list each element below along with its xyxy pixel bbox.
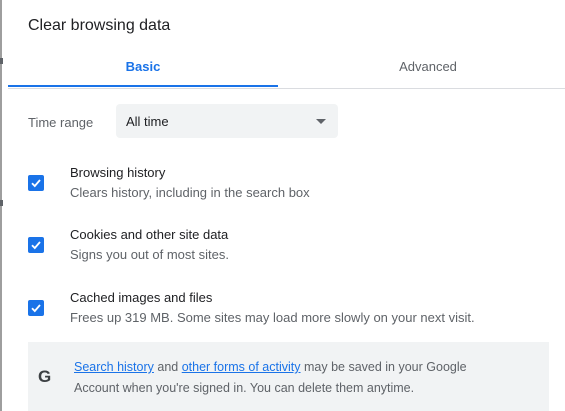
cookies-checkbox[interactable] bbox=[28, 237, 44, 253]
option-description: Clears history, including in the search … bbox=[70, 185, 310, 200]
option-cached-images: Cached images and files Frees up 319 MB.… bbox=[28, 290, 548, 334]
browsing-history-checkbox[interactable] bbox=[28, 175, 44, 191]
info-text: and bbox=[153, 360, 182, 374]
option-description: Signs you out of most sites. bbox=[70, 247, 229, 262]
option-title: Cookies and other site data bbox=[70, 227, 229, 242]
info-text-line-1: Search history and other forms of activi… bbox=[74, 360, 467, 374]
tab-advanced[interactable]: Advanced bbox=[308, 48, 548, 86]
dialog-title: Clear browsing data bbox=[28, 17, 171, 34]
tab-bar: Basic Advanced bbox=[8, 48, 565, 88]
dropdown-arrow-icon bbox=[316, 119, 326, 124]
other-activity-link[interactable]: other forms of activity bbox=[182, 360, 301, 374]
option-browsing-history: Browsing history Clears history, includi… bbox=[28, 165, 548, 209]
tab-basic[interactable]: Basic bbox=[8, 48, 278, 86]
checkmark-icon bbox=[31, 179, 41, 188]
tab-divider bbox=[8, 88, 565, 89]
option-title: Browsing history bbox=[70, 165, 166, 180]
cached-images-checkbox[interactable] bbox=[28, 300, 44, 316]
info-text-line-2: Account when you're signed in. You can d… bbox=[74, 381, 415, 395]
time-range-select[interactable]: All time bbox=[116, 104, 338, 138]
time-range-value: All time bbox=[126, 114, 169, 129]
window-edge-tick bbox=[0, 200, 3, 206]
selected-tab-indicator bbox=[8, 85, 278, 87]
google-g-icon: G bbox=[38, 367, 52, 386]
time-range-label: Time range bbox=[28, 115, 94, 130]
info-text: may be saved in your Google bbox=[300, 360, 467, 374]
option-cookies: Cookies and other site data Signs you ou… bbox=[28, 227, 548, 271]
search-history-link[interactable]: Search history bbox=[74, 360, 154, 374]
option-title: Cached images and files bbox=[70, 290, 213, 305]
clear-browsing-data-dialog: Clear browsing data Basic Advanced Time … bbox=[0, 0, 565, 411]
google-account-info-box: G Search history and other forms of acti… bbox=[28, 342, 549, 411]
option-description: Frees up 319 MB. Some sites may load mor… bbox=[70, 310, 475, 325]
checkmark-icon bbox=[31, 241, 41, 250]
checkmark-icon bbox=[31, 304, 41, 313]
window-edge-tick bbox=[0, 58, 3, 64]
